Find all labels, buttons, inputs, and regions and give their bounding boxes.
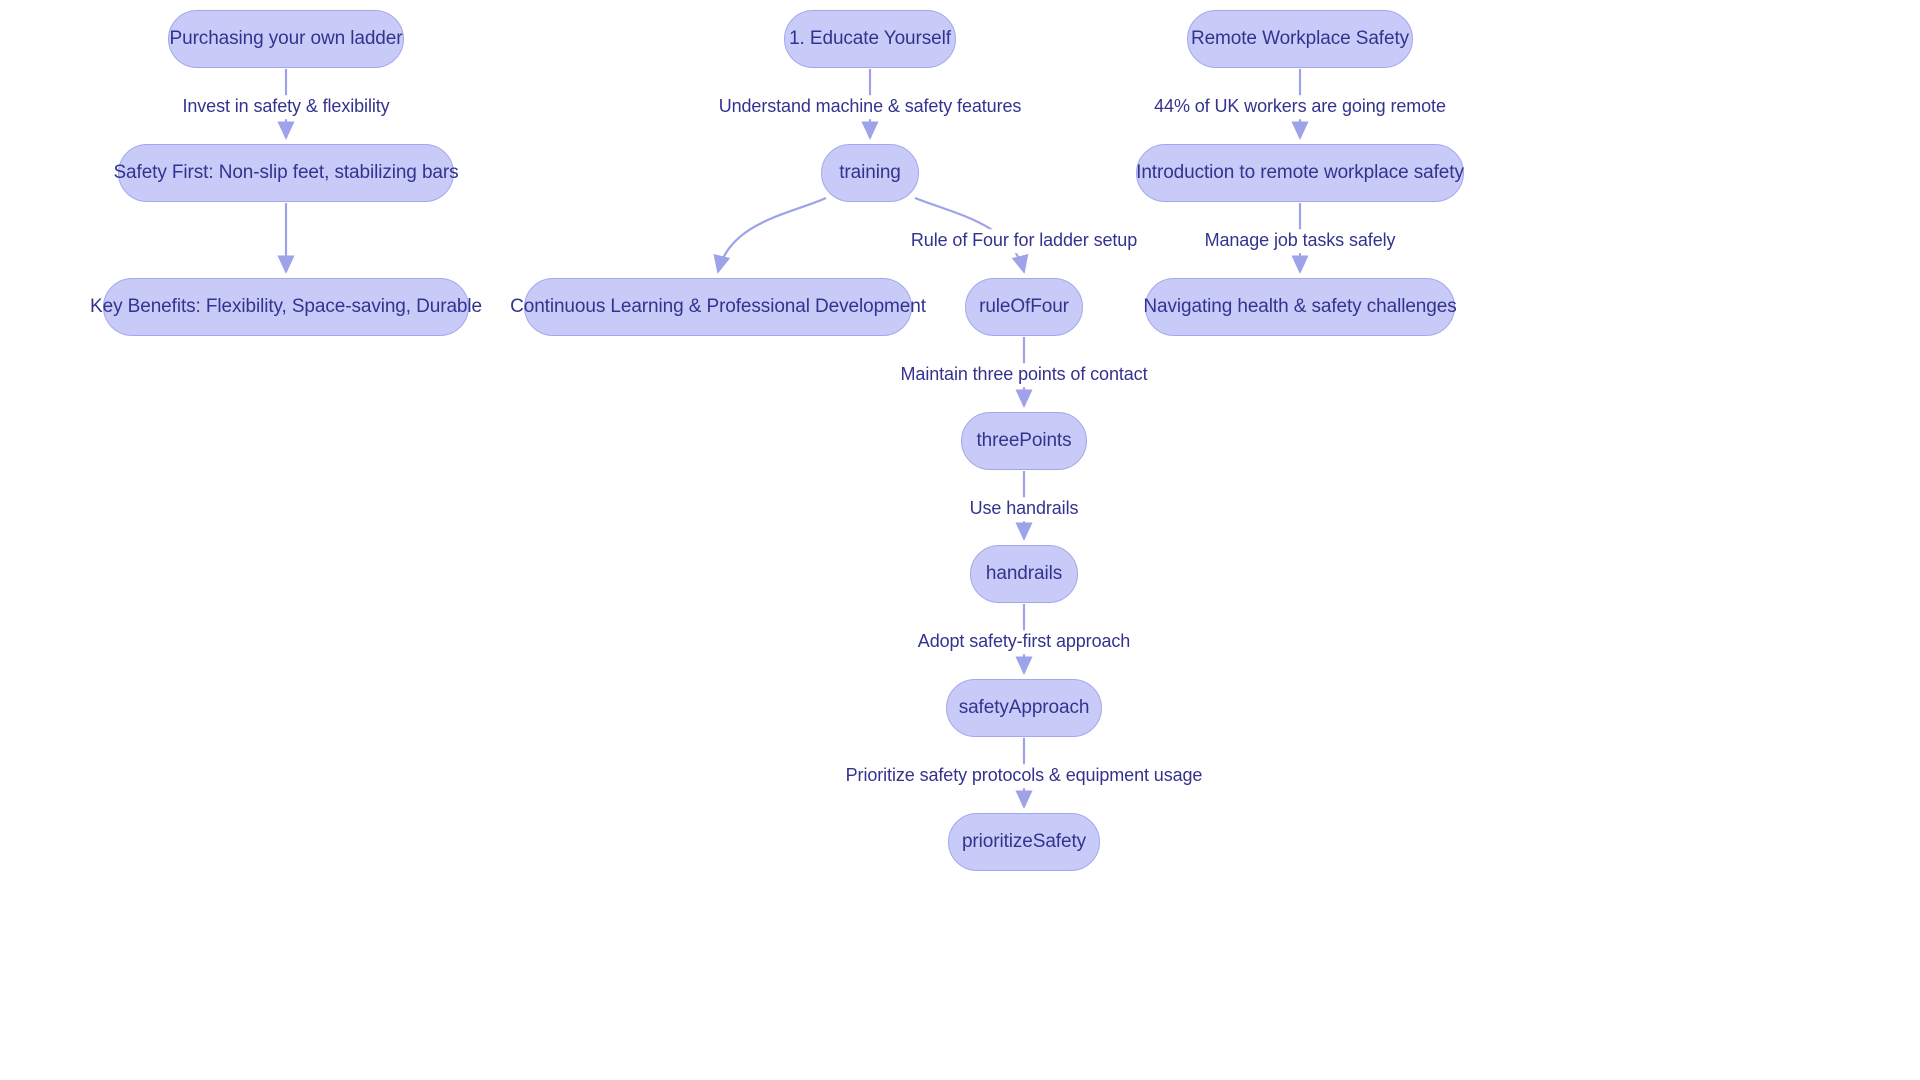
node-label: Remote Workplace Safety bbox=[1190, 27, 1410, 49]
edge-label-44-percent-uk-workers: 44% of UK workers are going remote bbox=[1150, 95, 1450, 119]
edge-label-text: Adopt safety-first approach bbox=[917, 631, 1131, 652]
node-continuous-learning[interactable]: Continuous Learning & Professional Devel… bbox=[510, 278, 926, 336]
node-label: Navigating health & safety challenges bbox=[1143, 295, 1457, 317]
edge-label-manage-job-tasks: Manage job tasks safely bbox=[1200, 229, 1400, 253]
node-label: training bbox=[839, 161, 901, 183]
edge-label-text: Prioritize safety protocols & equipment … bbox=[845, 765, 1203, 786]
node-label: Introduction to remote workplace safety bbox=[1136, 161, 1464, 183]
node-navigating-challenges[interactable]: Navigating health & safety challenges bbox=[1143, 278, 1457, 336]
edge-label-text: Use handrails bbox=[969, 498, 1079, 519]
edge-label-use-handrails: Use handrails bbox=[965, 497, 1083, 521]
node-label: 1. Educate Yourself bbox=[789, 27, 951, 49]
edge-label-text: Manage job tasks safely bbox=[1204, 230, 1396, 251]
edge-label-invest-safety-flexibility: Invest in safety & flexibility bbox=[178, 95, 394, 119]
node-remote-workplace-safety[interactable]: Remote Workplace Safety bbox=[1187, 10, 1413, 68]
node-label: handrails bbox=[985, 562, 1063, 584]
edge-label-text: Rule of Four for ladder setup bbox=[910, 230, 1138, 251]
edge-label-text: 44% of UK workers are going remote bbox=[1154, 96, 1446, 117]
node-introduction-remote-safety[interactable]: Introduction to remote workplace safety bbox=[1136, 144, 1464, 202]
node-prioritize-safety[interactable]: prioritizeSafety bbox=[948, 813, 1100, 871]
edge-label-text: Maintain three points of contact bbox=[900, 364, 1148, 385]
node-label: Safety First: Non-slip feet, stabilizing… bbox=[113, 161, 459, 183]
edge-label-understand-machine: Understand machine & safety features bbox=[714, 95, 1026, 119]
edge-label-text: Invest in safety & flexibility bbox=[182, 96, 390, 117]
node-training[interactable]: training bbox=[821, 144, 919, 202]
edge-training-continuouslearning bbox=[713, 196, 827, 274]
node-educate-yourself[interactable]: 1. Educate Yourself bbox=[784, 10, 956, 68]
node-safety-approach[interactable]: safetyApproach bbox=[946, 679, 1102, 737]
edge-label-text: Understand machine & safety features bbox=[718, 96, 1022, 117]
flowchart-canvas: Purchasing your own ladder Safety First:… bbox=[0, 0, 1920, 1080]
node-label: Key Benefits: Flexibility, Space-saving,… bbox=[90, 295, 482, 317]
node-label: threePoints bbox=[976, 429, 1072, 451]
node-label: Purchasing your own ladder bbox=[169, 27, 403, 49]
node-safety-first[interactable]: Safety First: Non-slip feet, stabilizing… bbox=[113, 144, 459, 202]
edge-label-maintain-three-points: Maintain three points of contact bbox=[896, 363, 1152, 387]
node-purchasing[interactable]: Purchasing your own ladder bbox=[168, 10, 404, 68]
node-three-points[interactable]: threePoints bbox=[961, 412, 1087, 470]
node-label: ruleOfFour bbox=[979, 295, 1069, 317]
edge-label-rule-of-four-setup: Rule of Four for ladder setup bbox=[906, 229, 1142, 253]
node-rule-of-four[interactable]: ruleOfFour bbox=[965, 278, 1083, 336]
node-key-benefits[interactable]: Key Benefits: Flexibility, Space-saving,… bbox=[90, 278, 482, 336]
edge-label-prioritize-protocols: Prioritize safety protocols & equipment … bbox=[841, 764, 1207, 788]
node-label: Continuous Learning & Professional Devel… bbox=[510, 295, 926, 317]
edge-label-adopt-safety-first: Adopt safety-first approach bbox=[913, 630, 1135, 654]
node-handrails[interactable]: handrails bbox=[970, 545, 1078, 603]
node-label: prioritizeSafety bbox=[961, 830, 1087, 852]
node-label: safetyApproach bbox=[958, 696, 1090, 718]
